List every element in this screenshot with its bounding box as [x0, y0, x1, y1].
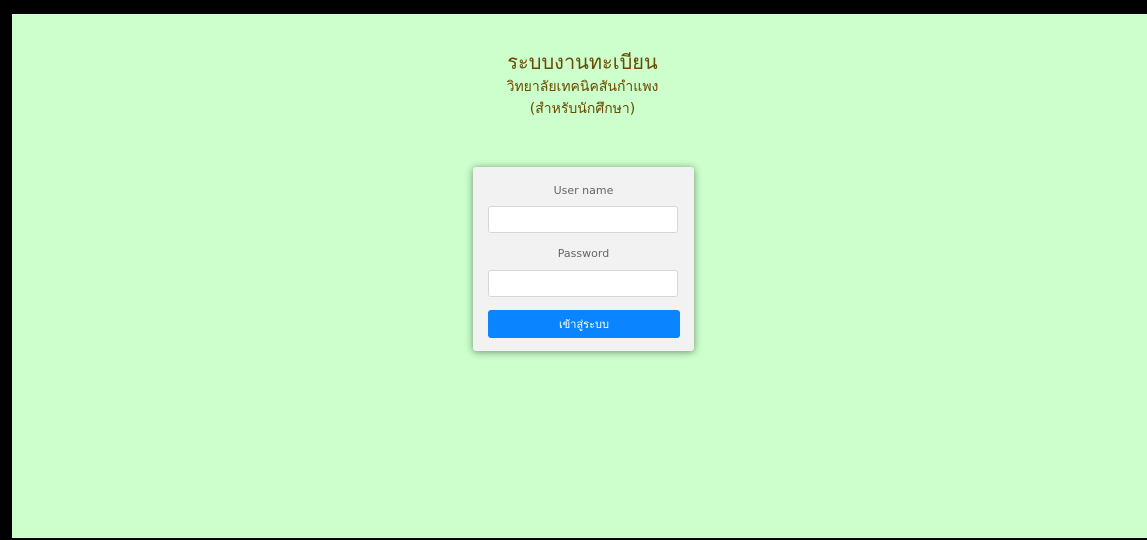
login-button[interactable]: เข้าสู่ระบบ: [488, 310, 680, 338]
page-header: ระบบงานทะเบียน วิทยาลัยเทคนิคสันกำแพง (ส…: [12, 48, 1147, 120]
username-label: User name: [553, 184, 614, 197]
password-input[interactable]: [488, 270, 678, 297]
screen-frame: ระบบงานทะเบียน วิทยาลัยเทคนิคสันกำแพง (ส…: [0, 0, 1147, 540]
login-page: ระบบงานทะเบียน วิทยาลัยเทคนิคสันกำแพง (ส…: [12, 14, 1147, 538]
username-input[interactable]: [488, 206, 678, 233]
audience-note: (สำหรับนักศึกษา): [529, 101, 636, 117]
password-label: Password: [557, 247, 610, 260]
login-card: User name Password เข้าสู่ระบบ: [473, 167, 694, 351]
college-name: วิทยาลัยเทคนิคสันกำแพง: [506, 79, 659, 95]
page-title: ระบบงานทะเบียน: [507, 50, 658, 74]
